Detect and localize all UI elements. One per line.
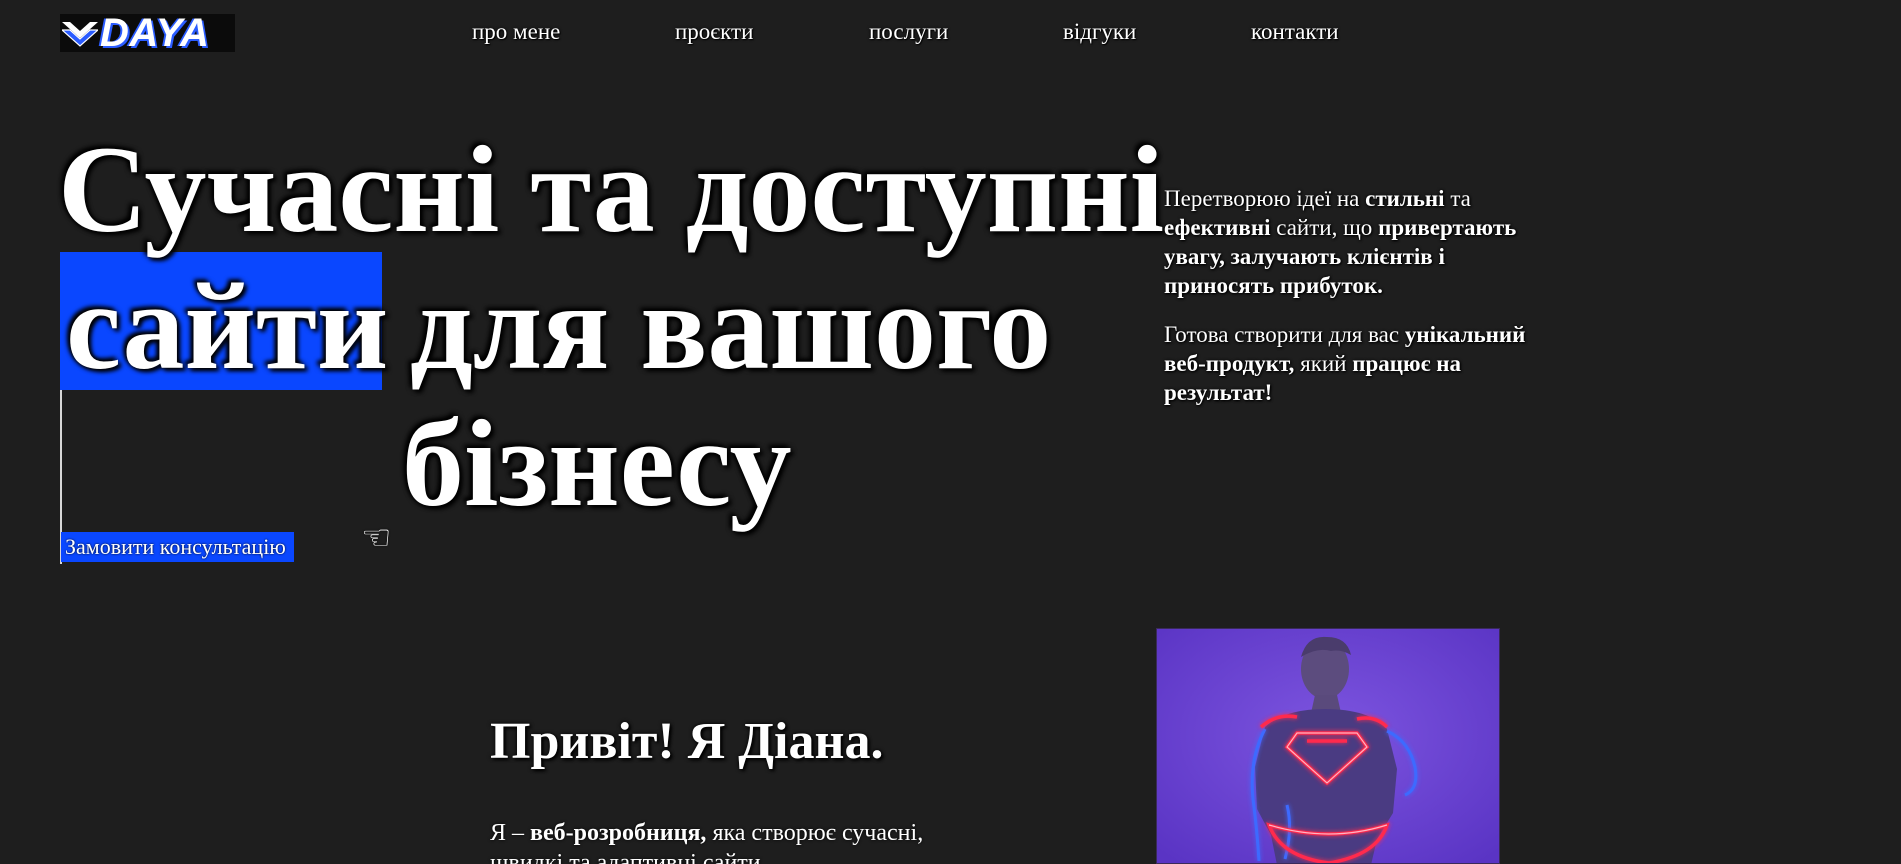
hero-heading-line-2: для вашого (410, 258, 1052, 395)
logo-text: DAYA (100, 11, 210, 55)
intro-text: Перетворюю ідеї на (1164, 186, 1366, 211)
neon-statue-image (1156, 628, 1500, 864)
page: DAYA про мене проєкти послуги відгуки ко… (0, 0, 1901, 864)
nav-link-contacts[interactable]: контакти (1251, 19, 1339, 45)
chevron-down-icon (62, 22, 98, 47)
intro-text: та (1444, 186, 1471, 211)
order-consultation-button[interactable]: Замовити консультацію (61, 532, 294, 562)
logo[interactable]: DAYA (60, 11, 235, 55)
nav-link-projects[interactable]: проєкти (675, 19, 753, 45)
intro-paragraph-1: Перетворюю ідеї на стильні та ефективні … (1164, 184, 1534, 300)
intro-bold: ефективні (1164, 215, 1271, 240)
about-text: Я – веб-розробниця, яка створює сучасні,… (490, 818, 930, 864)
about-title: Привіт! Я Діана. (490, 713, 884, 770)
intro-bold: стильні (1365, 186, 1445, 211)
pointer-hand-icon: ☜ (361, 520, 392, 557)
hero-heading-line-1: Сучасні та доступні (58, 121, 1165, 258)
intro-text: Готова створити для вас (1164, 322, 1405, 347)
about-text-bold: веб-розробниця, (530, 820, 707, 846)
hero-intro: Перетворюю ідеї на стильні та ефективні … (1164, 184, 1534, 427)
nav-link-about[interactable]: про мене (472, 19, 560, 45)
intro-paragraph-2: Готова створити для вас унікальний веб-п… (1164, 320, 1534, 407)
hero-heading-highlight-word: сайти (66, 258, 389, 395)
intro-text: який (1294, 351, 1353, 376)
nav-link-services[interactable]: послуги (869, 19, 948, 45)
about-text-part: Я – (490, 820, 531, 846)
nav-link-reviews[interactable]: відгуки (1063, 19, 1136, 45)
hero-heading-line-3: бізнесу (402, 395, 792, 532)
intro-text: сайти, що (1270, 215, 1379, 240)
